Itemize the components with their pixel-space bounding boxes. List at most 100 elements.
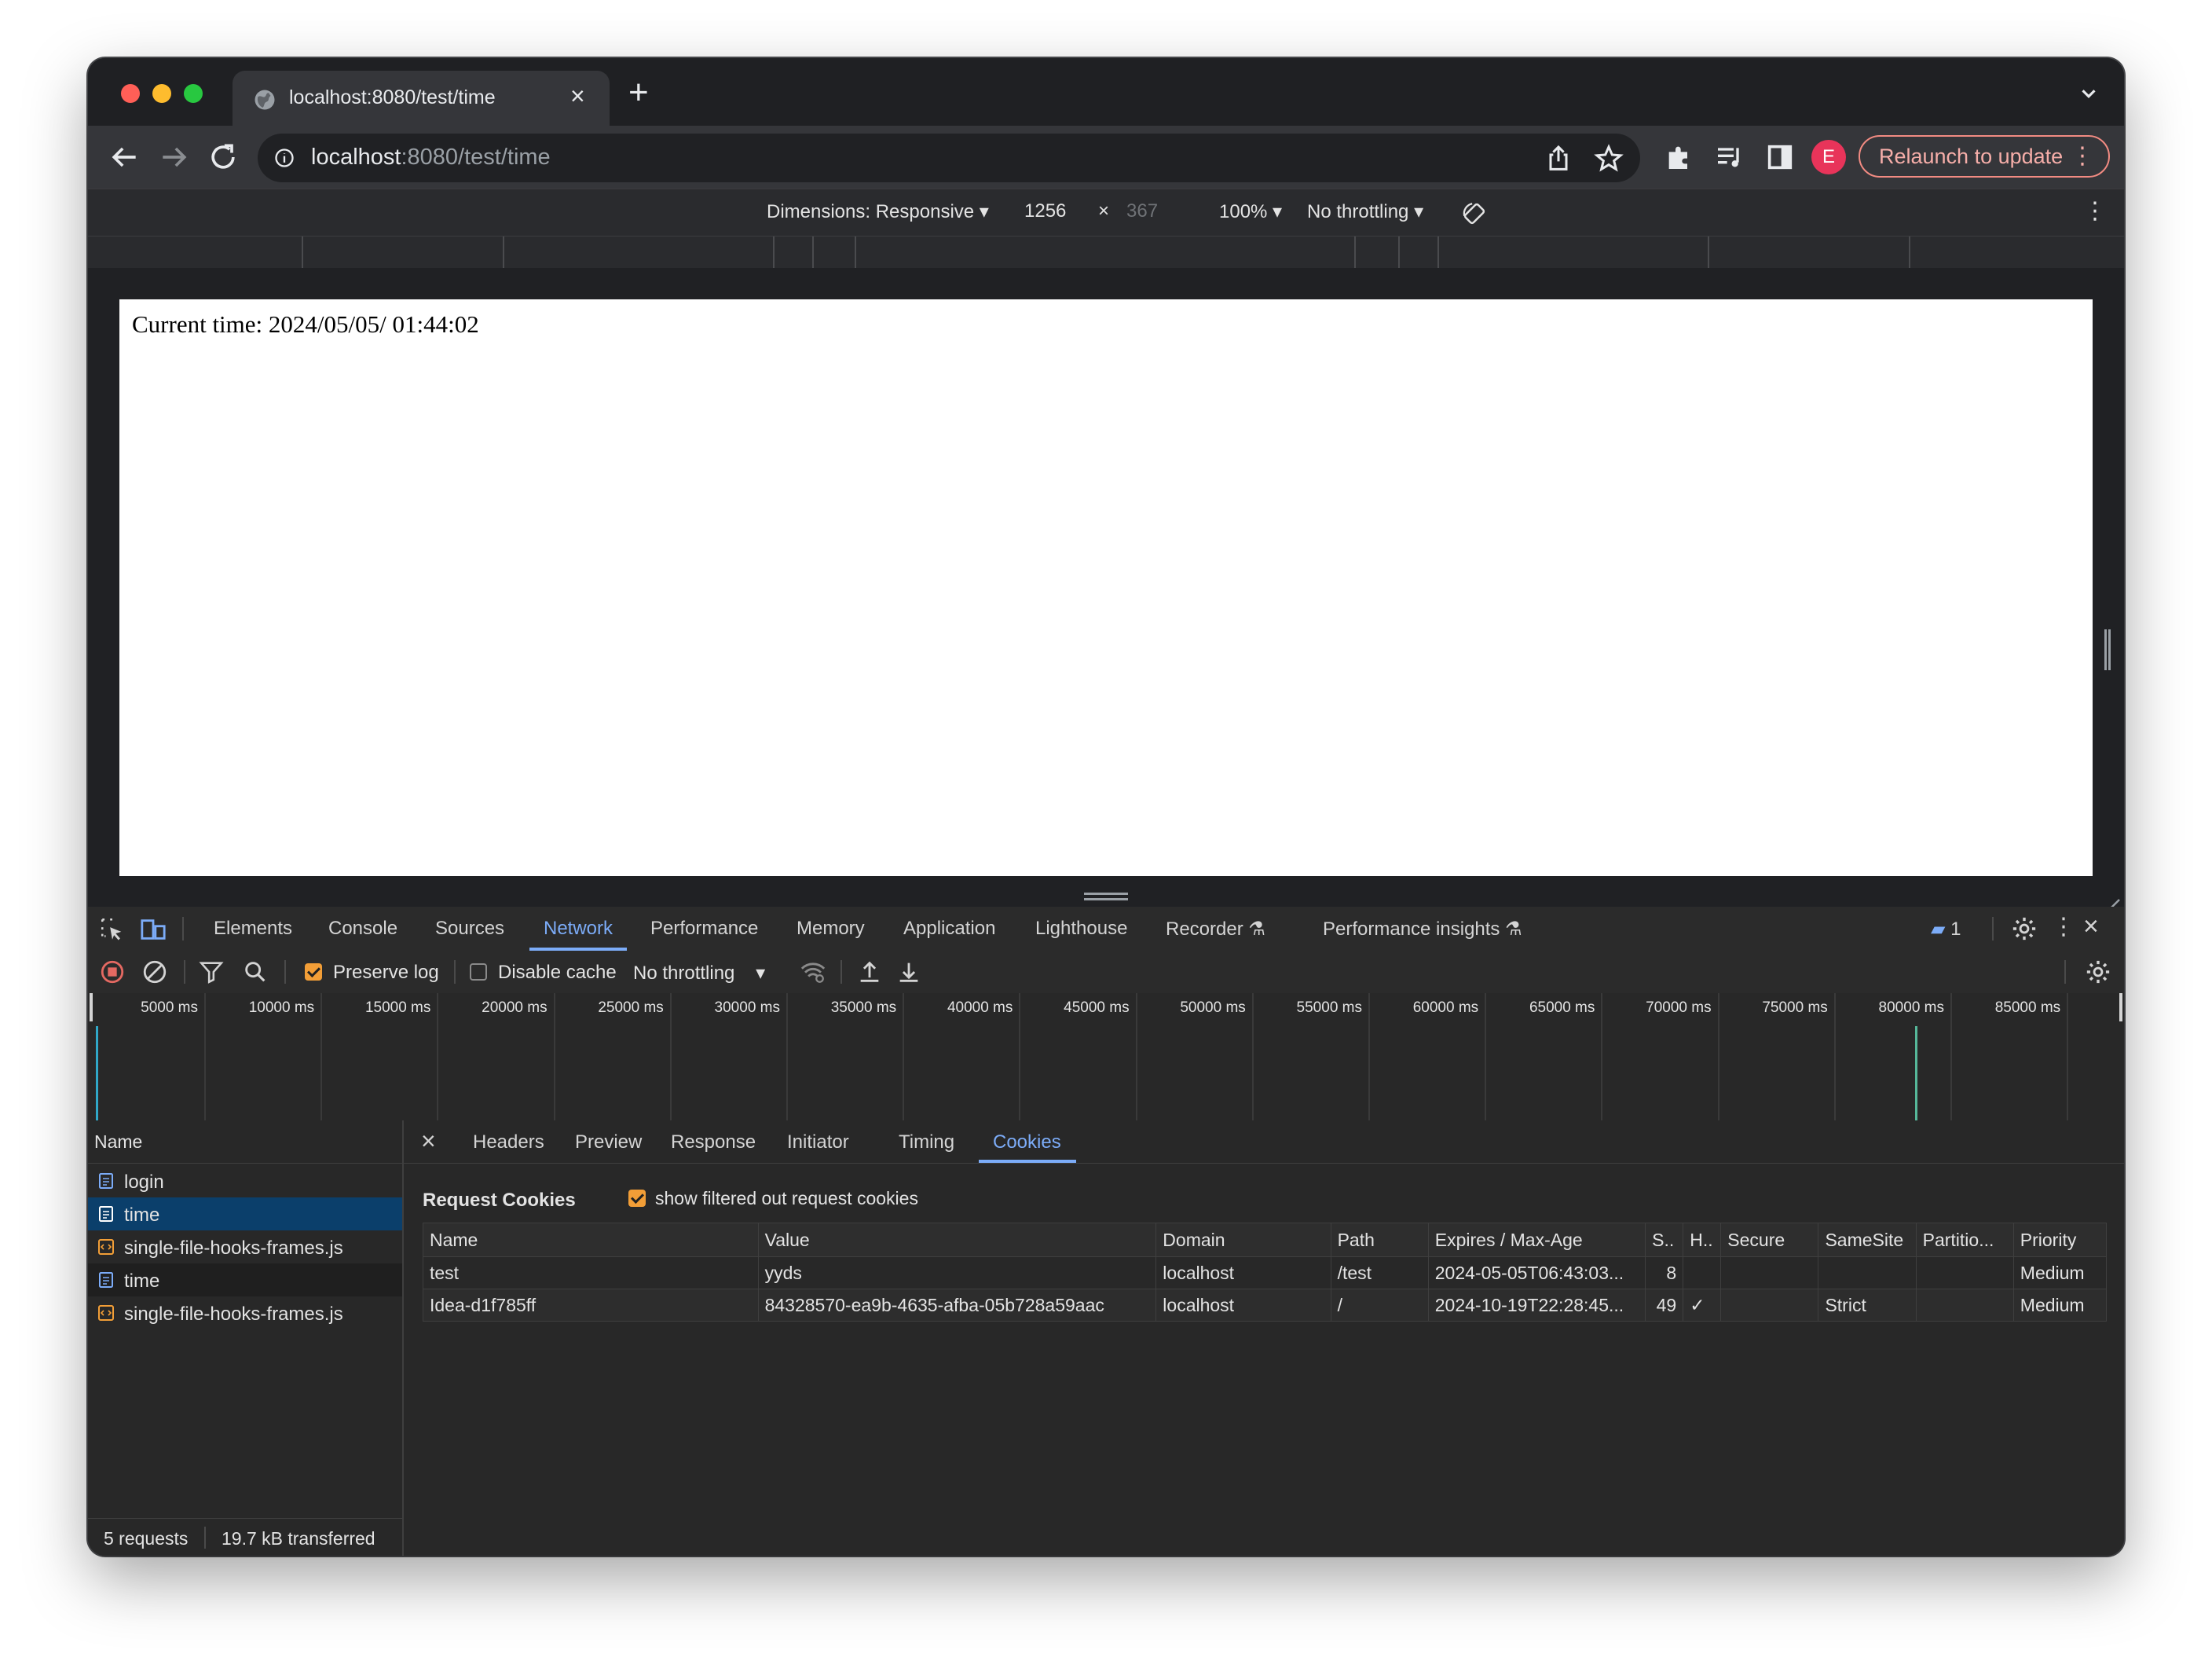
cookie-column-header[interactable]: Domain: [1155, 1223, 1331, 1257]
network-conditions-icon[interactable]: [800, 959, 826, 985]
tab-headers[interactable]: Headers: [473, 1131, 544, 1153]
device-menu-dots-icon[interactable]: ⋮: [2083, 197, 2107, 225]
share-icon[interactable]: [1543, 143, 1574, 174]
new-tab-button[interactable]: +: [628, 75, 649, 110]
export-har-icon[interactable]: [895, 959, 922, 985]
vertical-resize-handle-icon[interactable]: [2104, 629, 2111, 670]
cookie-column-header[interactable]: H..: [1683, 1223, 1722, 1257]
cookie-cell: [1720, 1256, 1819, 1289]
disable-cache-checkbox[interactable]: [470, 963, 487, 981]
tab-network[interactable]: Network: [544, 918, 613, 940]
tab-recorder[interactable]: Recorder ⚗: [1166, 918, 1265, 940]
tab-performance-insights[interactable]: Performance insights ⚗: [1323, 918, 1522, 940]
address-bar[interactable]: localhost:8080/test/time: [258, 134, 1640, 182]
cookie-column-header[interactable]: Priority: [2012, 1223, 2108, 1257]
request-row[interactable]: login: [88, 1164, 402, 1197]
network-throttling-dropdown[interactable]: No throttling ▾: [633, 962, 765, 984]
reading-list-icon[interactable]: [1714, 141, 1745, 173]
tab-console[interactable]: Console: [328, 918, 397, 940]
inspect-element-icon[interactable]: [99, 916, 126, 943]
tab-performance[interactable]: Performance: [650, 918, 758, 940]
reload-icon[interactable]: [206, 140, 240, 174]
cookie-column-header[interactable]: Secure: [1720, 1223, 1819, 1257]
height-input[interactable]: 367: [1126, 200, 1158, 222]
cookie-column-header[interactable]: Expires / Max-Age: [1427, 1223, 1646, 1257]
cookie-column-header[interactable]: SameSite: [1818, 1223, 1917, 1257]
request-row[interactable]: single-file-hooks-frames.js: [88, 1296, 402, 1329]
overview-tick-label: 70000 ms: [1646, 999, 1712, 1016]
device-toolbar: Dimensions: Responsive ▾ 1256 × 367 100%…: [88, 189, 2124, 236]
preserve-log-checkbox[interactable]: [305, 963, 322, 981]
tab-memory[interactable]: Memory: [797, 918, 865, 940]
overview-tick-label: 80000 ms: [1878, 999, 1944, 1016]
request-bar-late: [1915, 1026, 1917, 1120]
import-har-icon[interactable]: [856, 959, 883, 985]
close-tab-icon[interactable]: ×: [570, 82, 585, 111]
cookie-column-header[interactable]: Value: [757, 1223, 1157, 1257]
cookie-cell: Medium: [2012, 1256, 2108, 1289]
overview-left-handle[interactable]: [90, 993, 93, 1021]
request-cookies-title: Request Cookies: [423, 1190, 576, 1211]
cookie-row[interactable]: Idea-d1f785ff 84328570-ea9b-4635-afba-05b…: [423, 1289, 2108, 1322]
show-filtered-checkbox[interactable]: [628, 1190, 646, 1207]
tab-timing[interactable]: Timing: [899, 1131, 954, 1153]
menu-dots-icon[interactable]: ⋮: [2071, 137, 2094, 176]
profile-avatar[interactable]: E: [1811, 140, 1846, 174]
width-input[interactable]: 1256: [1024, 200, 1066, 222]
tab-sources[interactable]: Sources: [435, 918, 504, 940]
close-devtools-icon[interactable]: ×: [2083, 911, 2099, 942]
tab-initiator[interactable]: Initiator: [787, 1131, 849, 1153]
close-detail-icon[interactable]: ×: [421, 1127, 436, 1156]
minimize-window-button[interactable]: [152, 84, 171, 103]
cookie-row[interactable]: test yyds localhost/test 2024-05-05T06:43:0…: [423, 1256, 2108, 1289]
cookie-column-header[interactable]: Name: [423, 1223, 759, 1257]
tab-lighthouse[interactable]: Lighthouse: [1035, 918, 1127, 940]
device-throttling-dropdown[interactable]: No throttling ▾: [1307, 200, 1423, 223]
record-stop-icon[interactable]: [99, 959, 126, 985]
cookie-column-header[interactable]: Partitio...: [1915, 1223, 2014, 1257]
bookmark-star-icon[interactable]: [1593, 143, 1624, 174]
site-info-icon[interactable]: [273, 147, 295, 169]
overview-right-handle[interactable]: [2119, 993, 2122, 1021]
cookie-cell: 2024-10-19T22:28:45...: [1427, 1289, 1646, 1322]
clear-icon[interactable]: [141, 959, 168, 985]
close-window-button[interactable]: [121, 84, 140, 103]
zoom-dropdown[interactable]: 100% ▾: [1219, 200, 1282, 223]
cookie-column-header[interactable]: S..: [1645, 1223, 1684, 1257]
back-arrow-icon[interactable]: [107, 140, 141, 174]
document-file-icon: [99, 1173, 113, 1189]
cookie-cell: localhost: [1155, 1256, 1331, 1289]
extensions-puzzle-icon[interactable]: [1664, 141, 1695, 173]
forward-arrow-icon[interactable]: [157, 140, 192, 174]
filter-icon[interactable]: [198, 959, 225, 985]
cookies-table: Name Value Domain Path Expires / Max-Age S.. H…: [423, 1223, 2108, 1322]
cookie-column-header[interactable]: Path: [1330, 1223, 1429, 1257]
settings-gear-icon[interactable]: [2011, 915, 2038, 942]
overview-gridline: [1251, 993, 1254, 1120]
request-row[interactable]: time: [88, 1197, 402, 1230]
tab-response[interactable]: Response: [671, 1131, 756, 1153]
tab-elements[interactable]: Elements: [214, 918, 292, 940]
tab-cookies[interactable]: Cookies: [993, 1131, 1061, 1153]
request-list-header[interactable]: Name: [88, 1120, 402, 1164]
request-row[interactable]: single-file-hooks-frames.js: [88, 1230, 402, 1263]
dimensions-dropdown[interactable]: Dimensions: Responsive ▾: [767, 200, 989, 223]
rotate-icon[interactable]: [1461, 200, 1488, 227]
tab-preview[interactable]: Preview: [575, 1131, 642, 1153]
request-row[interactable]: time: [88, 1263, 402, 1296]
devtools-menu-dots-icon[interactable]: ⋮: [2052, 913, 2075, 940]
tab-application[interactable]: Application: [903, 918, 995, 940]
network-settings-gear-icon[interactable]: [2085, 959, 2111, 985]
cookie-cell: Idea-d1f785ff: [423, 1289, 759, 1322]
side-panel-icon[interactable]: [1764, 141, 1796, 173]
tab-search-chevron-icon[interactable]: [2077, 82, 2100, 105]
maximize-window-button[interactable]: [184, 84, 203, 103]
network-overview-timeline[interactable]: 5000 ms 10000 ms 15000 ms 20000 ms 25000 ms 3…: [88, 993, 2124, 1121]
horizontal-resize-handle-icon[interactable]: [1084, 890, 1128, 903]
search-icon[interactable]: [242, 959, 269, 985]
browser-tab[interactable]: localhost:8080/test/time ×: [233, 71, 610, 126]
issues-counter[interactable]: ▰ 1: [1931, 918, 1961, 940]
request-bar-early: [96, 1026, 98, 1120]
relaunch-button[interactable]: Relaunch to update ⋮: [1859, 135, 2110, 178]
device-toggle-icon[interactable]: [140, 916, 167, 943]
